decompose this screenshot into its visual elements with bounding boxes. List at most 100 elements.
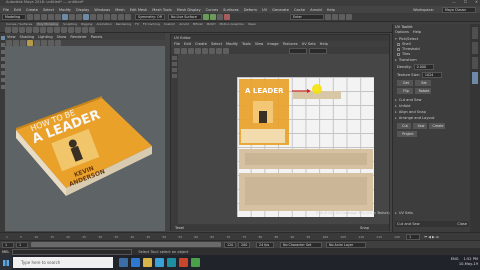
minimize-button[interactable]: — — [452, 0, 456, 4]
close-button[interactable]: ✕ — [475, 0, 478, 4]
menu-edit[interactable]: Edit — [14, 8, 21, 12]
fps-select[interactable]: 24 fps — [256, 241, 274, 248]
scale-tool-icon[interactable] — [0, 71, 5, 75]
menu-modify[interactable]: Modify — [59, 8, 71, 12]
anim-layer-select[interactable]: No Anim Layer — [326, 241, 366, 248]
menuset-select[interactable]: Modeling — [2, 14, 26, 20]
hypershade-icon[interactable] — [224, 14, 230, 20]
language-indicator[interactable]: ENG — [451, 257, 459, 262]
shelf-tab-fx-caching[interactable]: FX Caching — [143, 22, 160, 26]
snap-curve-icon[interactable] — [118, 14, 124, 20]
section-transform[interactable]: Transform — [395, 58, 417, 62]
shelf-tab-rigging[interactable]: Rigging — [81, 22, 92, 26]
shelf-tab-fx[interactable]: FX — [135, 22, 139, 26]
select-by-hierarchy-icon[interactable] — [62, 14, 68, 20]
shadows-icon[interactable] — [41, 40, 47, 46]
lasso-tool-icon[interactable] — [0, 43, 5, 47]
lights-icon[interactable] — [34, 40, 40, 46]
uv-scale-icon[interactable] — [172, 74, 177, 78]
quick-search-input[interactable]: Enter — [290, 14, 324, 20]
modeling-toolkit-tab[interactable] — [472, 57, 478, 69]
texture-size-field[interactable]: 1024 — [421, 72, 442, 78]
wireframe-icon[interactable] — [13, 40, 19, 46]
shelf-cone-icon[interactable] — [26, 26, 32, 33]
uv-select-icon[interactable] — [172, 56, 177, 60]
shelf-tab-motion-graphics[interactable]: Motion Graphics — [219, 22, 243, 26]
uv-grid-icon[interactable] — [174, 47, 180, 54]
menu-mesh[interactable]: Mesh — [115, 8, 124, 12]
section-align-snap[interactable]: Align and Snap — [395, 110, 426, 114]
uv-menu-edit[interactable]: Edit — [184, 42, 191, 46]
uv-rotate-icon[interactable] — [172, 68, 177, 72]
maya-taskbar-icon[interactable] — [167, 258, 176, 267]
save-scene-icon[interactable] — [41, 14, 47, 20]
isolate-select-icon[interactable] — [48, 40, 54, 46]
uv-exposure-field[interactable] — [289, 47, 307, 54]
shelf-plane-icon[interactable] — [40, 26, 46, 33]
set-button[interactable]: Set — [415, 80, 431, 86]
menu-mesh-tools[interactable]: Mesh Tools — [152, 8, 171, 12]
uv-move-icon[interactable] — [172, 62, 177, 66]
playback-end-field[interactable]: 120 — [224, 241, 236, 248]
book-model[interactable]: HOW TO BE A LEADER KEVIN ANDERSON — [14, 90, 154, 200]
range-end-field[interactable]: 200 — [238, 241, 250, 248]
uv-menu-image[interactable]: Image — [267, 42, 278, 46]
playback-controls[interactable]: ⏮◀▶⏭ — [424, 235, 440, 239]
render-frame-icon[interactable] — [203, 14, 209, 20]
checkbox-box[interactable] — [397, 42, 400, 46]
project-button[interactable]: Project — [397, 131, 417, 137]
move-tool-icon[interactable] — [0, 57, 5, 61]
uv-status-texel[interactable]: Texel — [175, 226, 184, 230]
menu-curves[interactable]: Curves — [206, 8, 218, 12]
shelf-multicut-icon[interactable] — [89, 26, 95, 33]
menu-mesh-display[interactable]: Mesh Display — [177, 8, 201, 12]
shelf-cylinder-icon[interactable] — [19, 26, 25, 33]
shelf-tab-xgen[interactable]: XGen — [248, 22, 256, 26]
uv-image-toggle-icon[interactable] — [181, 47, 187, 54]
task-view-icon[interactable] — [119, 258, 128, 267]
sew-button[interactable]: Sew — [413, 123, 427, 129]
section-unfold[interactable]: Unfold — [395, 104, 411, 108]
checkbox-shell[interactable]: Shell — [397, 42, 411, 46]
uv-gamma-field[interactable] — [309, 47, 327, 54]
cut-button[interactable]: Cut — [397, 123, 411, 129]
shelf-tab-sculpting[interactable]: Sculpting — [63, 22, 77, 26]
time-slider[interactable]: 1 5 10 15 20 25 30 35 40 45 50 55 60 65 70 75 80 85 90 95 10… — [0, 232, 480, 240]
menu-generate[interactable]: Generate — [272, 8, 289, 12]
vp-menu-lighting[interactable]: Lighting — [38, 35, 53, 39]
density-field[interactable]: 0.000 — [413, 64, 434, 70]
uv-menu-select[interactable]: Select — [211, 42, 222, 46]
get-button[interactable]: Get — [397, 80, 413, 86]
shelf-sphere-icon[interactable] — [5, 26, 11, 33]
open-scene-icon[interactable] — [34, 14, 40, 20]
uv-menu-file[interactable]: File — [174, 42, 180, 46]
menu-help[interactable]: Help — [327, 8, 335, 12]
smooth-shade-icon[interactable] — [20, 40, 26, 46]
toggle-channel-box-icon[interactable] — [346, 14, 352, 20]
camera-icon[interactable] — [6, 40, 12, 46]
menu-uv[interactable]: UV — [262, 8, 267, 12]
uv-menu-tools[interactable]: Tools — [242, 42, 251, 46]
uv-menu-view[interactable]: View — [255, 42, 264, 46]
taskbar-search[interactable]: Type here to search — [13, 257, 113, 268]
store-icon[interactable] — [155, 258, 164, 267]
shelf-tab-curves[interactable]: Curves / Surfaces — [6, 22, 32, 26]
symmetry-select[interactable]: Symmetry: Off — [135, 14, 165, 20]
uv-border-icon[interactable] — [216, 47, 222, 54]
render-settings-icon[interactable] — [217, 14, 223, 20]
uv-menu-create[interactable]: Create — [195, 42, 207, 46]
shelf-separate-icon[interactable] — [61, 26, 67, 33]
shelf-bridge-icon[interactable] — [75, 26, 81, 33]
shelf-tab-rendering[interactable]: Rendering — [116, 22, 131, 26]
uv-toolkit-menu-options[interactable]: Options — [395, 30, 409, 34]
new-scene-icon[interactable] — [27, 14, 33, 20]
character-set-select[interactable]: No Character Set — [280, 241, 322, 248]
section-arrange-layout[interactable]: Arrange and Layout — [395, 116, 435, 120]
attribute-editor-tab[interactable] — [472, 27, 478, 39]
shelf-cube-icon[interactable] — [12, 26, 18, 33]
current-frame-field[interactable]: 1 — [406, 233, 420, 240]
menu-create[interactable]: Create — [26, 8, 38, 12]
uv-menu-modify[interactable]: Modify — [226, 42, 238, 46]
select-by-object-icon[interactable] — [69, 14, 75, 20]
create-button[interactable]: Create — [429, 123, 445, 129]
